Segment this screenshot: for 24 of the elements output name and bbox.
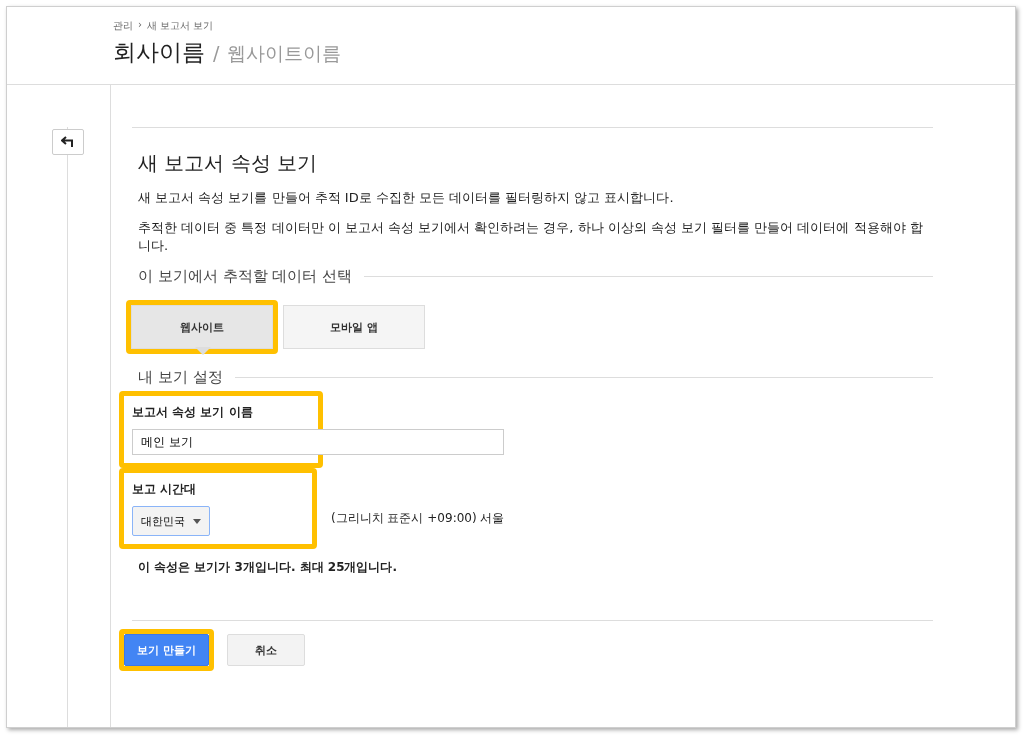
property-name: 웹사이트이름 (227, 41, 342, 66)
account-name: 회사이름 (113, 38, 205, 67)
field-label: 보고서 속성 보기 이름 (132, 404, 254, 421)
section-heading: 내 보기 설정 (138, 368, 223, 387)
field-label: 보고 시간대 (132, 481, 198, 498)
timezone-text: (그리니치 표준시 +09:00) 서울 (331, 510, 505, 527)
option-tab[interactable]: 모바일 앱 (283, 305, 425, 349)
cancel-button[interactable]: 취소 (226, 634, 305, 666)
caret-icon (193, 518, 201, 524)
title-separator: / (213, 42, 220, 64)
country-dropdown[interactable]: 대한민국 (132, 506, 210, 536)
section-heading: 이 보기에서 추적할 데이터 선택 (138, 267, 353, 286)
view-count-note: 이 속성은 보기가 3개입니다. 최대 25개입니다. (138, 559, 399, 576)
description-text: 새 보고서 속성 보기를 만들어 추적 ID로 수집한 모든 데이터를 필터링하지 않고 표시합니다. (138, 189, 675, 207)
view-name-field[interactable]: 메인 보기 (132, 429, 504, 455)
breadcrumb-item[interactable]: 관리 (113, 19, 133, 33)
description-text: 추적한 데이터 중 특정 데이터만 이 보고서 속성 보기에서 확인하려는 경우, 하나 이상의 속성 보기 필터를 만들어 데이터에 적용해야 합니다. (138, 219, 924, 255)
back-button[interactable] (52, 129, 84, 155)
breadcrumb-item[interactable]: 새 보고서 보기 (147, 19, 214, 33)
section-title: 새 보고서 속성 보기 (138, 150, 319, 177)
create-view-button[interactable]: 보기 만들기 (124, 634, 209, 666)
breadcrumb-separator: › (138, 19, 142, 32)
option-tab[interactable]: 웹사이트 (131, 305, 273, 349)
back-arrow-icon (61, 136, 75, 148)
